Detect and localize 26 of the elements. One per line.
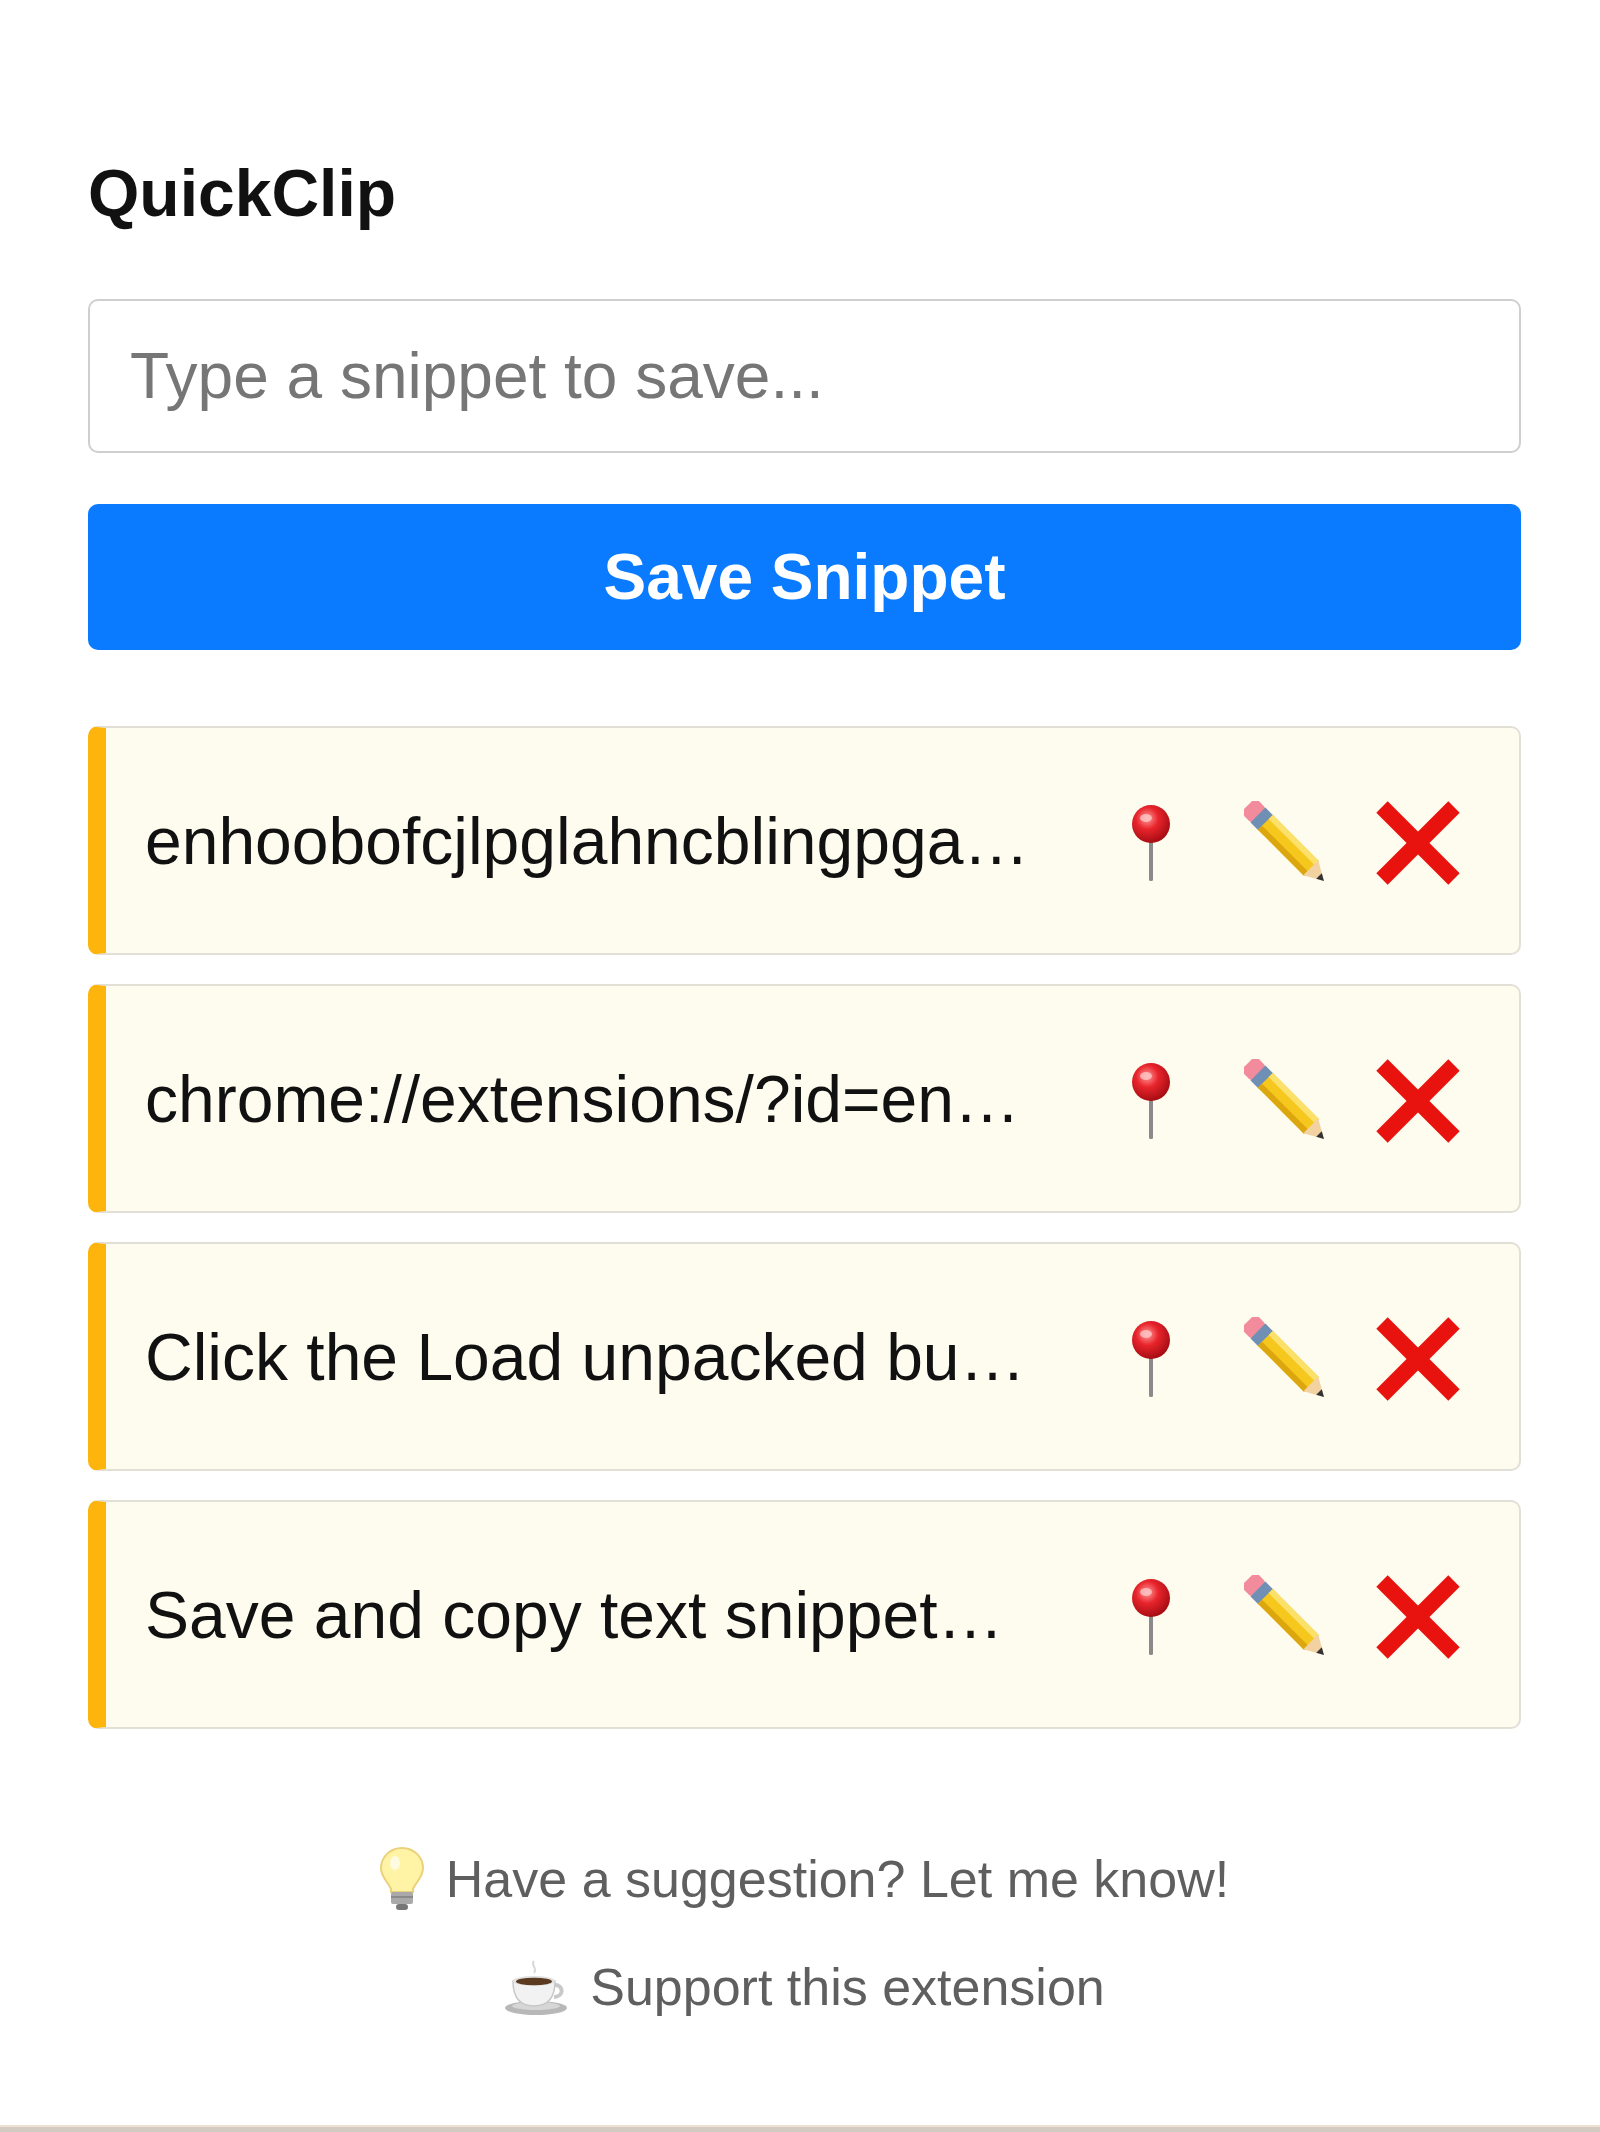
lightbulb-icon (379, 1847, 424, 1910)
pin-button[interactable] (1132, 1320, 1170, 1397)
pushpin-icon (1132, 804, 1170, 881)
pushpin-icon (1132, 1578, 1170, 1655)
delete-button[interactable] (1376, 1316, 1460, 1401)
cross-icon (1376, 1316, 1460, 1401)
save-snippet-button[interactable]: Save Snippet (88, 504, 1521, 650)
coffee-cup-icon (504, 1958, 569, 2016)
footer-link[interactable]: Have a suggestion? Let me know! (445, 1847, 1230, 1910)
pushpin-icon (1132, 1062, 1170, 1139)
footer-link[interactable]: Support this extension (590, 1956, 1105, 2018)
pin-button[interactable] (1132, 804, 1170, 881)
pin-button[interactable] (1132, 1062, 1170, 1139)
pushpin-icon (1132, 1320, 1170, 1397)
snippet-text: chrome://extensions/?id=en… (145, 1060, 1020, 1138)
snippet-text: enhoobofcjlpglahncblingpga… (145, 802, 1030, 880)
delete-button[interactable] (1376, 1058, 1460, 1143)
cross-icon (1376, 1574, 1460, 1659)
delete-button[interactable] (1376, 800, 1460, 885)
snippet-text: Save and copy text snippet… (145, 1576, 1004, 1654)
delete-button[interactable] (1376, 1574, 1460, 1659)
cross-icon (1376, 800, 1460, 885)
snippet-input[interactable]: Type a snippet to save... (88, 299, 1521, 453)
snippet-text: Click the Load unpacked bu… (145, 1318, 1026, 1396)
cross-icon (1376, 1058, 1460, 1143)
pin-button[interactable] (1132, 1578, 1170, 1655)
